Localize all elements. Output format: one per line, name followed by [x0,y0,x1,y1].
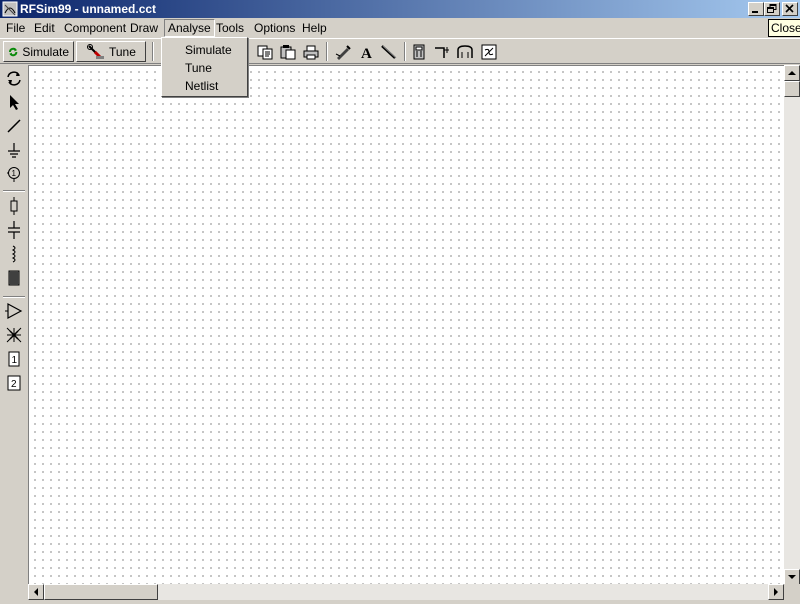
toolbar: Simulate Tune A [0,38,800,64]
scroll-left-button[interactable] [28,584,44,600]
vertical-scrollbar[interactable] [784,65,800,585]
svg-text:1: 1 [12,169,17,178]
title-bar[interactable]: RFSim99 - unnamed.cct [0,0,800,18]
close-tooltip: Close [768,19,800,37]
arrow-left-icon [34,588,38,596]
menu-file[interactable]: File [6,21,25,35]
arrow-up-icon [788,71,796,75]
menu-help[interactable]: Help [302,21,327,35]
menu-component[interactable]: Component [64,21,126,35]
scroll-down-button[interactable] [784,569,800,585]
scroll-right-button[interactable] [768,584,784,600]
palette-separator [3,190,25,192]
menu-options[interactable]: Options [254,21,295,35]
close-button[interactable] [782,2,798,16]
one-port-icon[interactable]: 1 [4,349,24,369]
calculator-icon[interactable] [410,43,428,61]
pen-icon[interactable] [334,43,352,61]
arrow-down-icon [788,575,796,579]
scroll-up-button[interactable] [784,65,800,81]
svg-text:2: 2 [11,379,17,390]
coupler-icon[interactable] [4,325,24,345]
dropdown-item-simulate[interactable]: Simulate [185,43,232,57]
rotate-icon[interactable] [4,68,24,88]
schematic-canvas[interactable] [28,65,784,585]
menu-edit[interactable]: Edit [34,21,55,35]
two-port-icon[interactable]: 2 [4,373,24,393]
simulate-button[interactable]: Simulate [3,41,74,62]
analyse-dropdown-menu: Simulate Tune Netlist [161,37,248,97]
print-icon[interactable] [302,43,320,61]
pointer-icon[interactable] [4,92,24,112]
dropdown-item-netlist[interactable]: Netlist [185,79,218,93]
svg-text:A: A [361,46,372,60]
port-icon[interactable]: 1 [4,164,24,184]
minimize-button[interactable] [748,2,764,16]
toolbar-separator [404,42,406,61]
menu-draw[interactable]: Draw [130,21,158,35]
svg-text:1: 1 [12,355,18,366]
amplifier-icon[interactable] [4,301,24,321]
close-icon [785,4,794,13]
resistor-icon[interactable] [4,196,24,216]
menu-bar: File Edit Component Draw Analyse Tools O… [0,18,800,38]
ground-icon[interactable] [4,140,24,160]
tune-label: Tune [109,44,136,59]
capacitor-icon[interactable] [4,220,24,240]
simulate-icon [8,47,18,56]
copy-icon[interactable] [256,43,274,61]
horizontal-scrollbar[interactable] [28,584,784,600]
window-title: RFSim99 - unnamed.cct [20,2,157,16]
inductor-icon[interactable] [4,244,24,264]
line-tool-icon[interactable] [380,43,398,61]
tune-button[interactable]: Tune [76,41,146,62]
text-icon[interactable]: A [358,43,376,61]
simulate-label: Simulate [22,44,69,59]
palette-separator [3,296,25,298]
vertical-scroll-thumb[interactable] [784,81,800,97]
dropdown-item-tune[interactable]: Tune [185,61,212,75]
menu-tools[interactable]: Tools [216,21,244,35]
minimize-icon [752,11,758,13]
smith-chart-icon[interactable] [480,43,498,61]
menu-analyse[interactable]: Analyse [164,19,215,37]
toolbar-separator [326,42,328,61]
restore-icon [767,4,777,13]
component-palette: 1 1 2 [0,64,28,600]
restore-button[interactable] [764,2,780,16]
scrollbar-corner [784,584,800,600]
tune-icon [87,43,104,59]
transmission-line-icon[interactable] [456,43,474,61]
toolbar-separator [152,42,154,61]
stub-icon[interactable] [434,43,452,61]
paste-icon[interactable] [279,43,297,61]
transformer-icon[interactable] [4,268,24,288]
arrow-right-icon [774,588,778,596]
app-icon [2,1,18,17]
wire-icon[interactable] [4,116,24,136]
horizontal-scroll-thumb[interactable] [44,584,158,600]
